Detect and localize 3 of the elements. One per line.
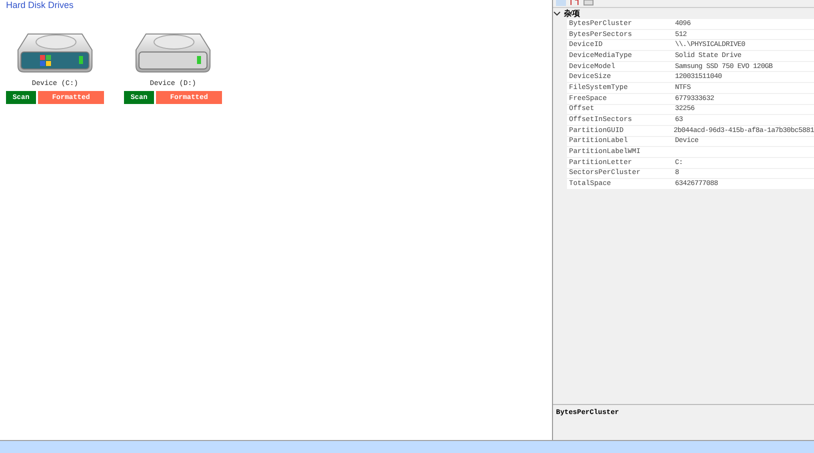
chevron-icon[interactable] [553, 10, 561, 16]
section-heading: Hard Disk Drives [6, 0, 74, 10]
category-label: 杂项 [564, 8, 580, 19]
